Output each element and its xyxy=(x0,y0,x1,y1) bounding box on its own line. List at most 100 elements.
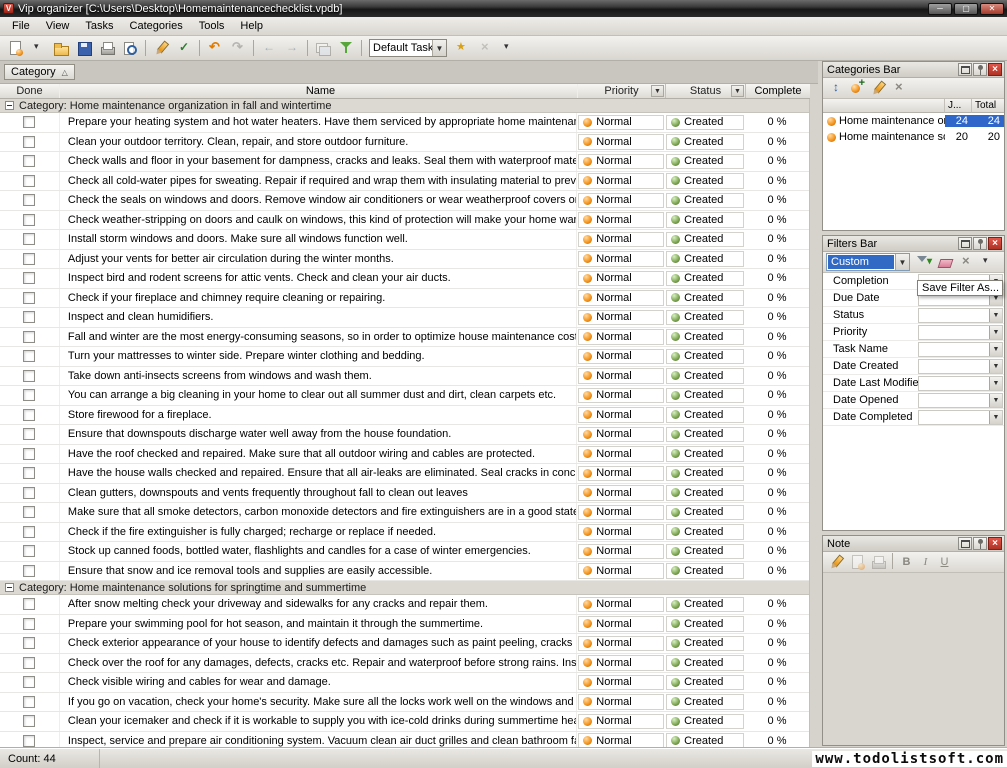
float-panel-icon[interactable] xyxy=(958,63,972,76)
complete-task-button[interactable] xyxy=(173,38,195,59)
float-panel-icon[interactable] xyxy=(958,237,972,250)
priority-cell[interactable]: Normal xyxy=(578,485,664,501)
priority-cell[interactable]: Normal xyxy=(578,446,664,462)
filter-value-combo[interactable]: ▼ xyxy=(918,308,1003,323)
priority-cell[interactable]: Normal xyxy=(578,368,664,384)
status-cell[interactable]: Created xyxy=(666,524,744,540)
status-cell[interactable]: Created xyxy=(666,694,744,710)
delete-filter-button[interactable] xyxy=(956,253,976,271)
task-row[interactable]: Clean your outdoor territory. Clean, rep… xyxy=(0,133,809,153)
add-category-button[interactable] xyxy=(847,79,867,97)
filter-value-combo[interactable]: ▼ xyxy=(918,359,1003,374)
status-cell[interactable]: Created xyxy=(666,714,744,730)
collapse-group-icon[interactable] xyxy=(5,101,14,110)
print-preview-button[interactable] xyxy=(119,38,141,59)
priority-cell[interactable]: Normal xyxy=(578,505,664,521)
status-cell[interactable]: Created xyxy=(666,655,744,671)
new-task-dropdown[interactable] xyxy=(27,38,49,59)
chevron-down-icon[interactable]: ▼ xyxy=(989,377,1002,390)
priority-cell[interactable]: Normal xyxy=(578,407,664,423)
priority-cell[interactable]: Normal xyxy=(578,154,664,170)
priority-cell[interactable]: Normal xyxy=(578,427,664,443)
group-by-category-chip[interactable]: Category △ xyxy=(4,64,75,80)
priority-cell[interactable]: Normal xyxy=(578,714,664,730)
task-row[interactable]: Make sure that all smoke detectors, carb… xyxy=(0,503,809,523)
done-checkbox[interactable] xyxy=(23,175,35,187)
status-cell[interactable]: Created xyxy=(666,368,744,384)
status-cell[interactable]: Created xyxy=(666,212,744,228)
task-row[interactable]: After snow melting check your driveway a… xyxy=(0,595,809,615)
chevron-down-icon[interactable]: ▼ xyxy=(989,360,1002,373)
done-checkbox[interactable] xyxy=(23,389,35,401)
status-cell[interactable]: Created xyxy=(666,544,744,560)
save-filter-button[interactable] xyxy=(914,253,934,271)
clear-filter-button[interactable] xyxy=(935,253,955,271)
filter-value-combo[interactable]: ▼ xyxy=(918,342,1003,357)
column-header-priority[interactable]: Priority ▼ xyxy=(578,84,666,98)
pin-panel-icon[interactable] xyxy=(973,537,987,550)
done-checkbox[interactable] xyxy=(23,194,35,206)
done-checkbox[interactable] xyxy=(23,676,35,688)
category-group-row[interactable]: Category: Home maintenance solutions for… xyxy=(0,581,809,595)
status-cell[interactable]: Created xyxy=(666,485,744,501)
task-row[interactable]: Inspect and clean humidifiers.NormalCrea… xyxy=(0,308,809,328)
pin-panel-icon[interactable] xyxy=(973,237,987,250)
close-button[interactable]: ✕ xyxy=(980,3,1004,15)
menu-file[interactable]: File xyxy=(4,17,38,35)
status-cell[interactable]: Created xyxy=(666,173,744,189)
run-filter-button[interactable] xyxy=(335,38,357,59)
priority-cell[interactable]: Normal xyxy=(578,655,664,671)
column-header-complete[interactable]: Complete xyxy=(746,84,810,98)
status-cell[interactable]: Created xyxy=(666,597,744,613)
done-checkbox[interactable] xyxy=(23,715,35,727)
status-cell[interactable]: Created xyxy=(666,232,744,248)
task-table-body[interactable]: Category: Home maintenance organization … xyxy=(0,99,810,748)
task-row[interactable]: You can arrange a big cleaning in your h… xyxy=(0,386,809,406)
done-checkbox[interactable] xyxy=(23,350,35,362)
filter-value-combo[interactable]: ▼ xyxy=(918,393,1003,408)
close-panel-icon[interactable] xyxy=(988,237,1002,250)
done-checkbox[interactable] xyxy=(23,311,35,323)
task-row[interactable]: Ensure that snow and ice removal tools a… xyxy=(0,562,809,582)
task-row[interactable]: Check all cold-water pipes for sweating.… xyxy=(0,172,809,192)
priority-cell[interactable]: Normal xyxy=(578,466,664,482)
task-row[interactable]: Clean gutters, downspouts and vents freq… xyxy=(0,484,809,504)
task-row[interactable]: Inspect bird and rodent screens for atti… xyxy=(0,269,809,289)
priority-cell[interactable]: Normal xyxy=(578,115,664,131)
task-row[interactable]: Fall and winter are the most energy-cons… xyxy=(0,328,809,348)
task-row[interactable]: Check if the fire extinguisher is fully … xyxy=(0,523,809,543)
done-checkbox[interactable] xyxy=(23,545,35,557)
save-filter-as-menu-item[interactable]: Save Filter As... xyxy=(917,280,1003,296)
float-panel-icon[interactable] xyxy=(958,537,972,550)
task-row[interactable]: Have the house walls checked and repaire… xyxy=(0,464,809,484)
status-cell[interactable]: Created xyxy=(666,154,744,170)
filter-value-combo[interactable]: ▼ xyxy=(918,376,1003,391)
menu-tasks[interactable]: Tasks xyxy=(77,17,121,35)
category-total-column-header[interactable]: Total xyxy=(972,99,1004,113)
done-checkbox[interactable] xyxy=(23,657,35,669)
task-row[interactable]: Turn your mattresses to winter side. Pre… xyxy=(0,347,809,367)
edit-task-button[interactable] xyxy=(150,38,172,59)
open-database-button[interactable] xyxy=(50,38,72,59)
status-cell[interactable]: Created xyxy=(666,251,744,267)
priority-cell[interactable]: Normal xyxy=(578,212,664,228)
done-checkbox[interactable] xyxy=(23,428,35,440)
status-cell[interactable]: Created xyxy=(666,616,744,632)
category-name-column-header[interactable] xyxy=(823,99,945,113)
task-row[interactable]: Check weather-stripping on doors and cau… xyxy=(0,211,809,231)
priority-cell[interactable]: Normal xyxy=(578,329,664,345)
category-list[interactable]: Home maintenance orga2424Home maintenanc… xyxy=(823,113,1004,145)
undo-button[interactable] xyxy=(204,38,226,59)
column-header-name[interactable]: Name xyxy=(60,84,578,98)
done-checkbox[interactable] xyxy=(23,155,35,167)
chevron-down-icon[interactable]: ▼ xyxy=(989,326,1002,339)
done-checkbox[interactable] xyxy=(23,696,35,708)
filter-value-combo[interactable]: ▼ xyxy=(918,325,1003,340)
priority-cell[interactable]: Normal xyxy=(578,134,664,150)
done-checkbox[interactable] xyxy=(23,735,35,747)
filter-preset-combo[interactable]: Custom ▼ xyxy=(826,253,910,271)
task-row[interactable]: Check if your fireplace and chimney requ… xyxy=(0,289,809,309)
priority-cell[interactable]: Normal xyxy=(578,544,664,560)
close-panel-icon[interactable] xyxy=(988,537,1002,550)
status-cell[interactable]: Created xyxy=(666,427,744,443)
